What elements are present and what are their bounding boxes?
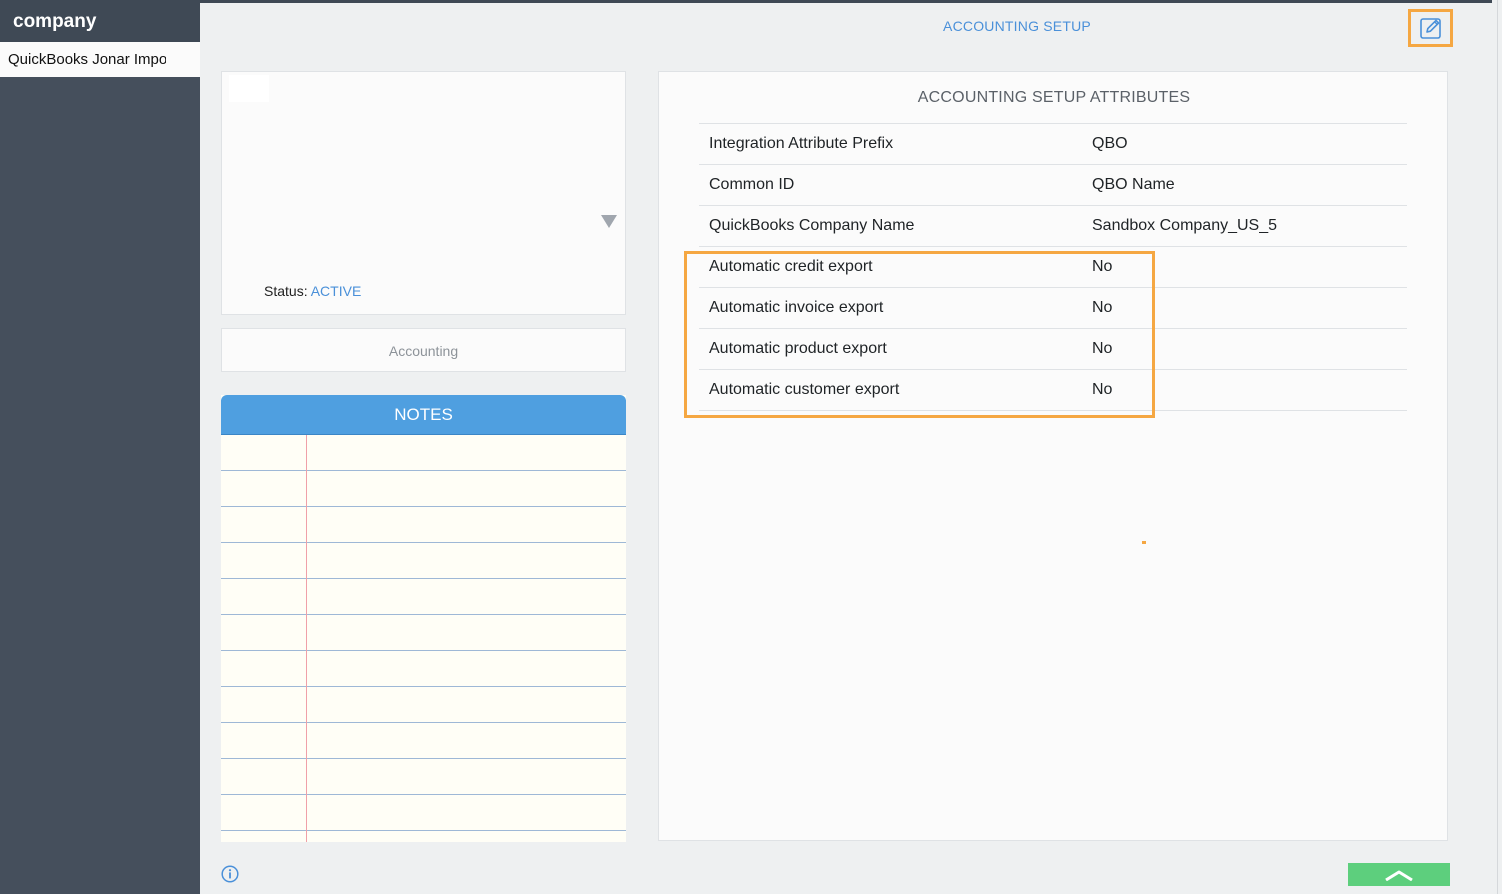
- attribute-label: Automatic credit export: [699, 246, 1092, 288]
- attribute-label: Automatic customer export: [699, 369, 1092, 411]
- scrollbar-track[interactable]: [1497, 0, 1502, 894]
- sidebar-item-quickbooks[interactable]: QuickBooks Jonar Impo: [0, 42, 200, 77]
- table-row: Automatic customer export No: [699, 369, 1407, 411]
- attributes-title: ACCOUNTING SETUP ATTRIBUTES: [917, 89, 1191, 106]
- attributes-table: Integration Attribute Prefix QBO Common …: [699, 123, 1407, 411]
- page-title: ACCOUNTING SETUP: [943, 18, 1091, 34]
- avatar: [229, 75, 269, 102]
- caret-down-icon[interactable]: [601, 215, 617, 228]
- edit-button[interactable]: [1408, 9, 1453, 47]
- attribute-value: No: [1092, 246, 1407, 288]
- attribute-label: QuickBooks Company Name: [699, 205, 1092, 247]
- notes-title: NOTES: [221, 395, 626, 435]
- sidebar: company QuickBooks Jonar Impo: [0, 0, 200, 894]
- table-row: QuickBooks Company Name Sandbox Company_…: [699, 205, 1407, 247]
- profile-card: Status: ACTIVE: [221, 71, 626, 315]
- notes-margin-line: [306, 435, 307, 842]
- sidebar-item-label: QuickBooks Jonar Impo: [8, 51, 166, 68]
- attribute-label: Automatic product export: [699, 328, 1092, 370]
- table-row: Automatic invoice export No: [699, 287, 1407, 329]
- attribute-label: Automatic invoice export: [699, 287, 1092, 329]
- top-border: [200, 0, 1492, 3]
- attribute-value: No: [1092, 287, 1407, 329]
- attribute-value: No: [1092, 328, 1407, 370]
- attributes-card: ACCOUNTING SETUP ATTRIBUTES Integration …: [658, 71, 1448, 841]
- attribute-value: Sandbox Company_US_5: [1092, 205, 1407, 247]
- info-icon[interactable]: [221, 865, 239, 883]
- table-row: Automatic credit export No: [699, 246, 1407, 288]
- attribute-value: QBO Name: [1092, 164, 1407, 206]
- table-row: Automatic product export No: [699, 328, 1407, 370]
- table-row: Common ID QBO Name: [699, 164, 1407, 206]
- attribute-label: Common ID: [699, 164, 1092, 206]
- status-badge: ACTIVE: [310, 283, 362, 299]
- tab-accounting[interactable]: Accounting: [221, 328, 626, 372]
- edit-pencil-icon: [1419, 18, 1441, 39]
- attribute-value: No: [1092, 369, 1407, 411]
- table-row: Integration Attribute Prefix QBO: [699, 123, 1407, 165]
- annotation-dot: [1142, 541, 1146, 544]
- scroll-to-top-button[interactable]: [1348, 863, 1450, 886]
- sidebar-title: company: [0, 0, 200, 42]
- chevron-up-icon: [1385, 870, 1413, 881]
- notes-panel: NOTES: [221, 395, 626, 842]
- status-label: Status:: [264, 283, 308, 299]
- attribute-value: QBO: [1092, 123, 1407, 165]
- attribute-label: Integration Attribute Prefix: [699, 123, 1092, 165]
- notes-area[interactable]: [221, 435, 626, 842]
- status-line: Status: ACTIVE: [264, 283, 361, 299]
